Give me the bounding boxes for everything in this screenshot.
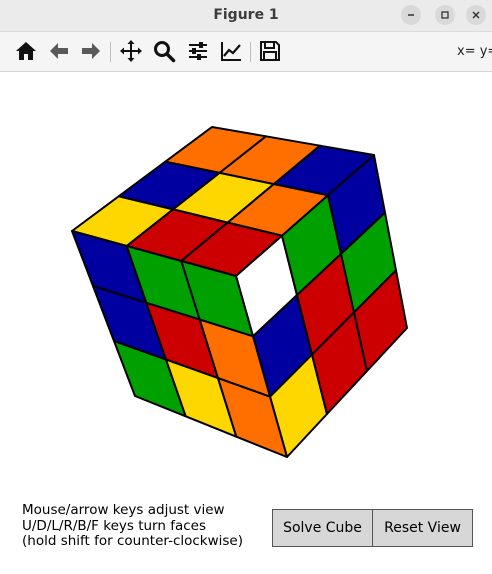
back-button[interactable] bbox=[45, 37, 73, 65]
help-line-2: U/D/L/R/B/F keys turn faces bbox=[22, 517, 206, 534]
zoom-icon bbox=[154, 41, 176, 63]
maximize-button[interactable] bbox=[435, 5, 455, 25]
help-text: Mouse/arrow keys adjust view U/D/L/R/B/F… bbox=[22, 502, 244, 550]
reset-view-button[interactable]: Reset View bbox=[372, 509, 473, 547]
subplots-config-icon bbox=[189, 42, 207, 60]
zoom-button[interactable] bbox=[150, 37, 178, 65]
toolbar-separator bbox=[250, 42, 251, 62]
forward-button[interactable] bbox=[77, 37, 105, 65]
cursor-coordinates: x= y= bbox=[457, 44, 492, 59]
subplots-button[interactable] bbox=[184, 37, 212, 65]
help-line-3: (hold shift for counter-clockwise) bbox=[22, 533, 244, 549]
forward-arrow-icon bbox=[82, 43, 100, 59]
home-button[interactable] bbox=[12, 37, 40, 65]
pan-button[interactable] bbox=[117, 37, 145, 65]
close-icon bbox=[472, 11, 480, 19]
toolbar-separator bbox=[110, 42, 111, 62]
pan-icon bbox=[120, 40, 142, 62]
toolbar: x= y= bbox=[0, 32, 492, 72]
maximize-icon bbox=[441, 11, 449, 19]
back-arrow-icon bbox=[50, 43, 68, 59]
home-icon bbox=[16, 42, 36, 60]
minimize-icon bbox=[408, 14, 414, 16]
rubiks-cube[interactable] bbox=[0, 72, 492, 570]
edit-axis-icon bbox=[221, 42, 241, 61]
save-button[interactable] bbox=[256, 37, 284, 65]
title-bar: Figure 1 bbox=[0, 0, 492, 32]
solve-cube-button[interactable]: Solve Cube bbox=[272, 509, 373, 547]
help-line-1: Mouse/arrow keys adjust view bbox=[22, 502, 225, 518]
edit-axis-button[interactable] bbox=[217, 37, 245, 65]
minimize-button[interactable] bbox=[401, 5, 421, 25]
save-icon bbox=[260, 41, 280, 61]
close-button[interactable] bbox=[466, 5, 486, 25]
figure-canvas[interactable] bbox=[0, 72, 492, 570]
